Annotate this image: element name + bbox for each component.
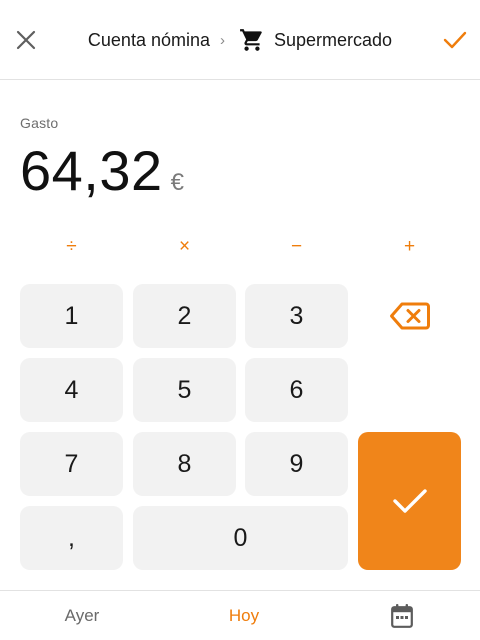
check-icon: [392, 489, 427, 513]
amount-value: 64,32: [20, 139, 163, 202]
key-3[interactable]: 3: [245, 284, 348, 348]
key-5[interactable]: 5: [133, 358, 236, 422]
backspace-icon: [389, 302, 430, 330]
key-0[interactable]: 0: [133, 506, 348, 570]
calendar-icon: [391, 604, 413, 628]
key-2[interactable]: 2: [133, 284, 236, 348]
key-comma[interactable]: ,: [20, 506, 123, 570]
date-today-button[interactable]: Hoy: [184, 591, 304, 640]
key-8[interactable]: 8: [133, 432, 236, 496]
key-6[interactable]: 6: [245, 358, 348, 422]
amount-display: 64,32 €: [20, 138, 184, 203]
date-selector: Ayer Hoy: [0, 590, 480, 640]
calendar-button[interactable]: [380, 591, 424, 640]
check-icon[interactable]: [442, 28, 468, 52]
subtract-operator[interactable]: −: [245, 236, 348, 258]
confirm-button[interactable]: [358, 432, 461, 570]
breadcrumb: Cuenta nómina › Supermercado: [0, 27, 480, 53]
key-9[interactable]: 9: [245, 432, 348, 496]
breadcrumb-separator: ›: [220, 31, 225, 49]
divide-operator[interactable]: ÷: [20, 236, 123, 258]
category-name[interactable]: Supermercado: [274, 30, 392, 51]
currency-symbol: €: [170, 169, 184, 196]
top-bar: Cuenta nómina › Supermercado: [0, 0, 480, 80]
date-yesterday-button[interactable]: Ayer: [22, 591, 142, 640]
add-operator[interactable]: +: [358, 236, 461, 258]
cart-icon: [240, 29, 262, 51]
account-name[interactable]: Cuenta nómina: [88, 30, 210, 51]
multiply-operator[interactable]: ×: [133, 236, 236, 258]
key-1[interactable]: 1: [20, 284, 123, 348]
key-4[interactable]: 4: [20, 358, 123, 422]
backspace-button[interactable]: [358, 284, 461, 348]
amount-label: Gasto: [20, 115, 59, 131]
key-7[interactable]: 7: [20, 432, 123, 496]
